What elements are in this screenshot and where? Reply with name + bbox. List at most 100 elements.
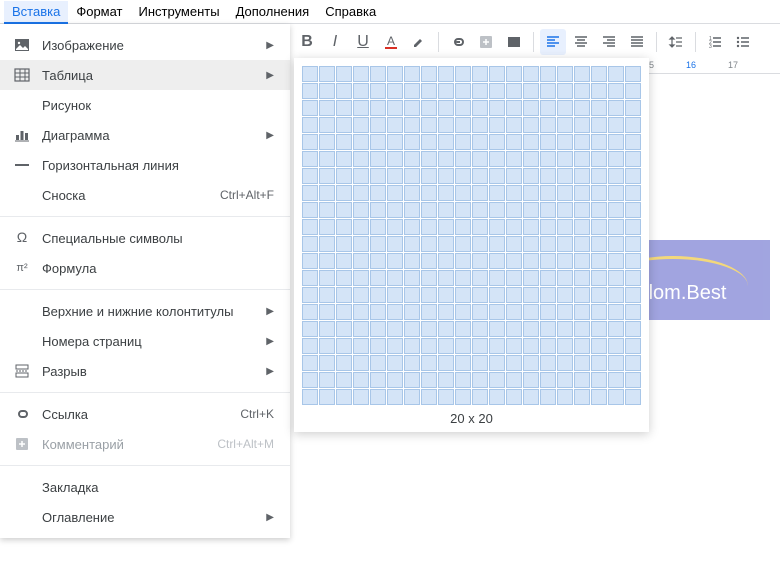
grid-cell[interactable] [625,304,641,320]
grid-cell[interactable] [387,355,403,371]
grid-cell[interactable] [421,321,437,337]
grid-cell[interactable] [302,151,318,167]
grid-cell[interactable] [489,83,505,99]
grid-cell[interactable] [421,134,437,150]
grid-cell[interactable] [574,202,590,218]
grid-cell[interactable] [353,219,369,235]
grid-cell[interactable] [353,236,369,252]
grid-cell[interactable] [540,117,556,133]
grid-cell[interactable] [608,236,624,252]
grid-cell[interactable] [489,372,505,388]
menu-item[interactable]: СсылкаCtrl+K [0,399,290,429]
grid-cell[interactable] [336,389,352,405]
grid-cell[interactable] [336,185,352,201]
grid-cell[interactable] [472,338,488,354]
grid-cell[interactable] [540,321,556,337]
grid-cell[interactable] [574,151,590,167]
grid-cell[interactable] [336,134,352,150]
grid-cell[interactable] [404,117,420,133]
grid-cell[interactable] [625,151,641,167]
grid-cell[interactable] [557,304,573,320]
grid-cell[interactable] [472,287,488,303]
grid-cell[interactable] [591,338,607,354]
grid-cell[interactable] [574,372,590,388]
grid-cell[interactable] [370,253,386,269]
grid-cell[interactable] [591,83,607,99]
grid-cell[interactable] [506,202,522,218]
grid-cell[interactable] [370,185,386,201]
grid-cell[interactable] [506,321,522,337]
grid-cell[interactable] [472,304,488,320]
grid-cell[interactable] [319,253,335,269]
grid-cell[interactable] [455,236,471,252]
grid-cell[interactable] [506,236,522,252]
grid-cell[interactable] [540,236,556,252]
grid-cell[interactable] [557,117,573,133]
grid-cell[interactable] [404,355,420,371]
grid-cell[interactable] [455,270,471,286]
grid-cell[interactable] [608,372,624,388]
grid-cell[interactable] [421,83,437,99]
grid-cell[interactable] [489,134,505,150]
menu-item[interactable]: Таблица▶ [0,60,290,90]
grid-cell[interactable] [421,185,437,201]
grid-cell[interactable] [319,117,335,133]
grid-cell[interactable] [557,83,573,99]
grid-cell[interactable] [404,338,420,354]
grid-cell[interactable] [319,151,335,167]
menu-item[interactable]: Оглавление▶ [0,502,290,532]
grid-cell[interactable] [523,66,539,82]
grid-cell[interactable] [387,338,403,354]
grid-cell[interactable] [404,66,420,82]
grid-cell[interactable] [370,287,386,303]
grid-cell[interactable] [302,389,318,405]
grid-cell[interactable] [523,304,539,320]
grid-cell[interactable] [370,100,386,116]
grid-cell[interactable] [591,134,607,150]
grid-cell[interactable] [404,287,420,303]
grid-cell[interactable] [557,372,573,388]
grid-cell[interactable] [319,134,335,150]
grid-cell[interactable] [523,270,539,286]
grid-cell[interactable] [455,151,471,167]
grid-cell[interactable] [438,372,454,388]
grid-cell[interactable] [336,66,352,82]
grid-cell[interactable] [625,287,641,303]
grid-cell[interactable] [438,287,454,303]
grid-cell[interactable] [455,185,471,201]
grid-cell[interactable] [302,100,318,116]
grid-cell[interactable] [302,338,318,354]
grid-cell[interactable] [319,83,335,99]
grid-cell[interactable] [370,134,386,150]
grid-cell[interactable] [472,236,488,252]
grid-cell[interactable] [608,321,624,337]
grid-cell[interactable] [353,253,369,269]
grid-cell[interactable] [336,321,352,337]
grid-cell[interactable] [557,270,573,286]
grid-cell[interactable] [557,219,573,235]
grid-cell[interactable] [302,236,318,252]
grid-cell[interactable] [489,202,505,218]
grid-cell[interactable] [353,389,369,405]
grid-cell[interactable] [489,389,505,405]
grid-cell[interactable] [489,287,505,303]
grid-cell[interactable] [336,83,352,99]
grid-cell[interactable] [353,66,369,82]
grid-cell[interactable] [302,202,318,218]
grid-cell[interactable] [608,83,624,99]
grid-cell[interactable] [472,168,488,184]
grid-cell[interactable] [404,304,420,320]
grid-cell[interactable] [608,66,624,82]
grid-cell[interactable] [557,287,573,303]
grid-cell[interactable] [370,304,386,320]
grid-cell[interactable] [591,321,607,337]
grid-cell[interactable] [574,66,590,82]
grid-cell[interactable] [421,100,437,116]
grid-cell[interactable] [557,355,573,371]
grid-cell[interactable] [421,355,437,371]
grid-cell[interactable] [421,338,437,354]
grid-cell[interactable] [540,66,556,82]
grid-cell[interactable] [506,287,522,303]
grid-cell[interactable] [302,185,318,201]
grid-cell[interactable] [625,219,641,235]
